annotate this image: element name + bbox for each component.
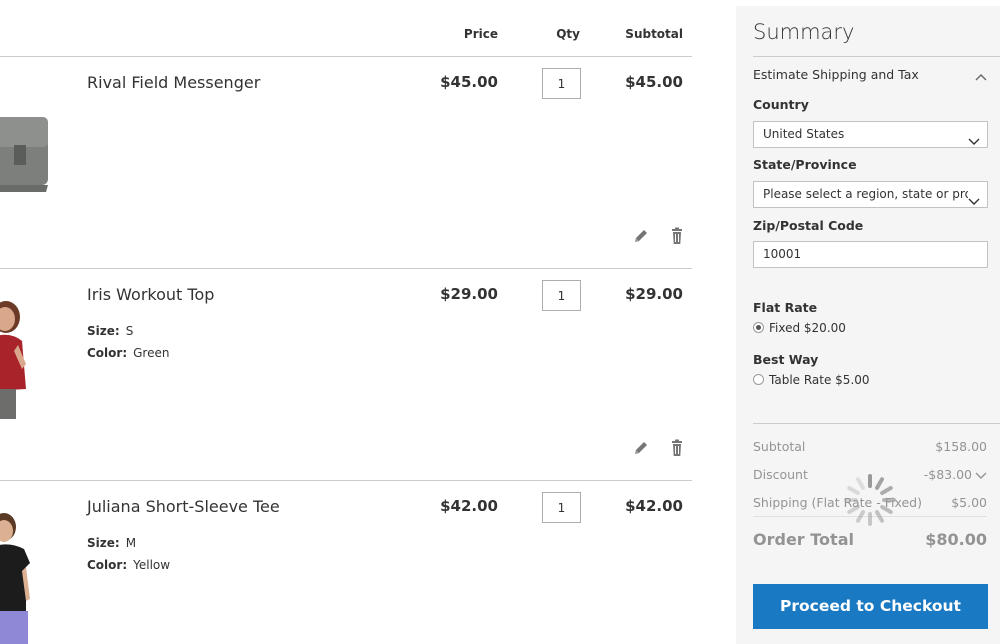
shipping-method-title: Flat Rate: [753, 300, 818, 315]
country-select[interactable]: United States: [753, 121, 988, 148]
item-option: Color: Yellow: [87, 558, 170, 572]
option-value: Yellow: [133, 558, 171, 572]
column-header-qty: Qty: [556, 27, 580, 41]
totals-value: $158.00: [935, 439, 987, 454]
pencil-icon[interactable]: [632, 227, 650, 245]
cart-item-row: Juliana Short-Sleeve Tee Size: M Color: Ye…: [0, 481, 692, 644]
totals-row-subtotal: Subtotal $158.00: [753, 439, 987, 454]
chevron-down-icon: [968, 130, 980, 145]
totals-row-order-total: Order Total $80.00: [753, 530, 987, 549]
option-value: M: [125, 536, 137, 550]
item-option: Size: S: [87, 324, 133, 338]
product-name-link[interactable]: Rival Field Messenger: [87, 73, 260, 92]
column-header-price: Price: [463, 27, 498, 41]
quantity-input[interactable]: 1: [542, 68, 581, 99]
order-summary: Summary Estimate Shipping and Tax Countr…: [736, 6, 1000, 644]
cart-item-row: Rival Field Messenger $45.00 1 $45.00: [0, 57, 692, 269]
product-image[interactable]: [0, 77, 56, 227]
shipping-method-title: Best Way: [753, 352, 819, 367]
chevron-down-icon[interactable]: [975, 468, 987, 483]
product-image[interactable]: [0, 289, 56, 439]
item-price: $42.00: [440, 497, 498, 515]
item-subtotal: $42.00: [625, 497, 683, 515]
item-price: $45.00: [440, 73, 498, 91]
summary-title: Summary: [753, 20, 855, 44]
totals-value: -$83.00: [923, 467, 972, 482]
proceed-to-checkout-button[interactable]: Proceed to Checkout: [753, 584, 988, 629]
item-subtotal: $29.00: [625, 285, 683, 303]
option-label: Size:: [87, 324, 120, 338]
item-actions: [632, 227, 692, 247]
divider: [753, 423, 1000, 424]
totals-value: $5.00: [951, 495, 987, 510]
country-label: Country: [753, 97, 809, 112]
item-option: Color: Green: [87, 346, 169, 360]
state-select-value: Please select a region, state or provinc…: [763, 187, 968, 201]
country-select-value: United States: [763, 127, 845, 141]
option-label: Color:: [87, 558, 128, 572]
quantity-input[interactable]: 1: [542, 280, 581, 311]
zip-field[interactable]: 10001: [753, 241, 988, 268]
totals-value: $80.00: [925, 530, 987, 549]
trash-icon[interactable]: [668, 439, 686, 457]
product-name-link[interactable]: Iris Workout Top: [87, 285, 214, 304]
item-option: Size: M: [87, 536, 136, 550]
product-image[interactable]: [0, 501, 56, 644]
column-header-subtotal: Subtotal: [625, 27, 683, 41]
option-label: Size:: [87, 536, 120, 550]
radio-button-selected[interactable]: [753, 322, 764, 333]
spinner-icon: [842, 472, 898, 528]
cart-table-header: Price Qty Subtotal: [0, 0, 692, 57]
product-name-link[interactable]: Juliana Short-Sleeve Tee: [87, 497, 280, 516]
totals-label: Order Total: [753, 530, 854, 549]
zip-label: Zip/Postal Code: [753, 218, 864, 233]
option-value: S: [125, 324, 134, 338]
item-subtotal: $45.00: [625, 73, 683, 91]
pencil-icon[interactable]: [632, 439, 650, 457]
cart-item-row: Iris Workout Top Size: S Color: Green $29.…: [0, 269, 692, 481]
state-select[interactable]: Please select a region, state or provinc…: [753, 181, 988, 208]
cart-table: Price Qty Subtotal Rival Field Messenger…: [0, 0, 692, 644]
option-value: Green: [133, 346, 170, 360]
divider: [753, 56, 1000, 57]
shipping-option-label[interactable]: Fixed $20.00: [769, 321, 846, 335]
totals-label: Discount: [753, 467, 808, 482]
shipping-option-label[interactable]: Table Rate $5.00: [769, 373, 870, 387]
chevron-down-icon: [968, 190, 980, 205]
option-label: Color:: [87, 346, 128, 360]
item-price: $29.00: [440, 285, 498, 303]
totals-label: Subtotal: [753, 439, 806, 454]
chevron-up-icon[interactable]: [975, 68, 987, 81]
trash-icon[interactable]: [668, 227, 686, 245]
estimate-shipping-toggle[interactable]: Estimate Shipping and Tax: [753, 67, 919, 82]
radio-button[interactable]: [753, 374, 764, 385]
quantity-input[interactable]: 1: [542, 492, 581, 523]
state-label: State/Province: [753, 157, 857, 172]
item-actions: [632, 439, 692, 459]
